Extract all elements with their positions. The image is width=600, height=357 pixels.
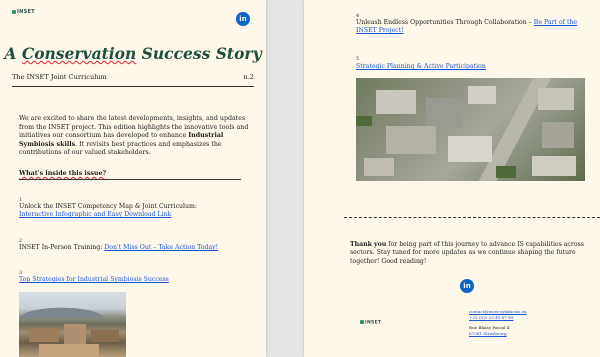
- address-block: Rue Blaise Pascal 4 67081 Strasbourg: [469, 325, 509, 337]
- aerial-photo: [356, 78, 585, 181]
- list-item: Unlock the INSET Competency Map & Joint …: [19, 203, 197, 219]
- strategies-link[interactable]: Top Strategies for Industrial Symbiosis …: [19, 276, 169, 283]
- header-divider: [12, 86, 254, 87]
- curriculum-header: The INSET Joint Curriculum n.2: [12, 73, 254, 81]
- section-divider: [19, 179, 241, 180]
- inset-logo-icon: INSET: [360, 320, 381, 326]
- inside-issue-heading: What's inside this issue?: [19, 170, 107, 177]
- contact-block: contact@inset-symbiosis.eu +33 (0)3 23 4…: [469, 309, 527, 321]
- list-item: Strategic Planning & Active Participatio…: [356, 63, 591, 71]
- inset-logo-icon: INSET: [12, 9, 35, 15]
- thanks-paragraph: Thank you for being part of this journey…: [350, 241, 584, 265]
- list-item: Unleash Endless Opportunities Through Co…: [356, 19, 578, 35]
- list-item: Top Strategies for Industrial Symbiosis …: [19, 276, 254, 284]
- page-title: A Conservation Success Story: [4, 44, 262, 63]
- left-page: INSET in A Conservation Success Story Th…: [0, 0, 266, 357]
- curriculum-label: The INSET Joint Curriculum: [12, 73, 107, 81]
- strategic-planning-link[interactable]: Strategic Planning & Active Participatio…: [356, 63, 486, 70]
- intro-paragraph: We are excited to share the latest devel…: [19, 115, 249, 157]
- training-link[interactable]: Don't Miss Out – Take Action Today!: [104, 244, 218, 251]
- phone-link[interactable]: +33 (0)3 23 45 67 89: [469, 315, 527, 321]
- competency-map-link[interactable]: Interactive Infographic and Easy Downloa…: [19, 211, 171, 218]
- footer-divider: [344, 217, 600, 218]
- issue-number: n.2: [243, 73, 254, 81]
- address-line: 67081 Strasbourg: [469, 331, 507, 337]
- item-number: 5: [356, 56, 360, 62]
- factory-photo: [19, 292, 126, 357]
- list-item: INSET In-Person Training: Don't Miss Out…: [19, 244, 219, 251]
- right-page: 4 Unleash Endless Opportunities Through …: [304, 0, 600, 357]
- linkedin-icon[interactable]: in: [236, 12, 250, 26]
- linkedin-icon[interactable]: in: [460, 279, 474, 293]
